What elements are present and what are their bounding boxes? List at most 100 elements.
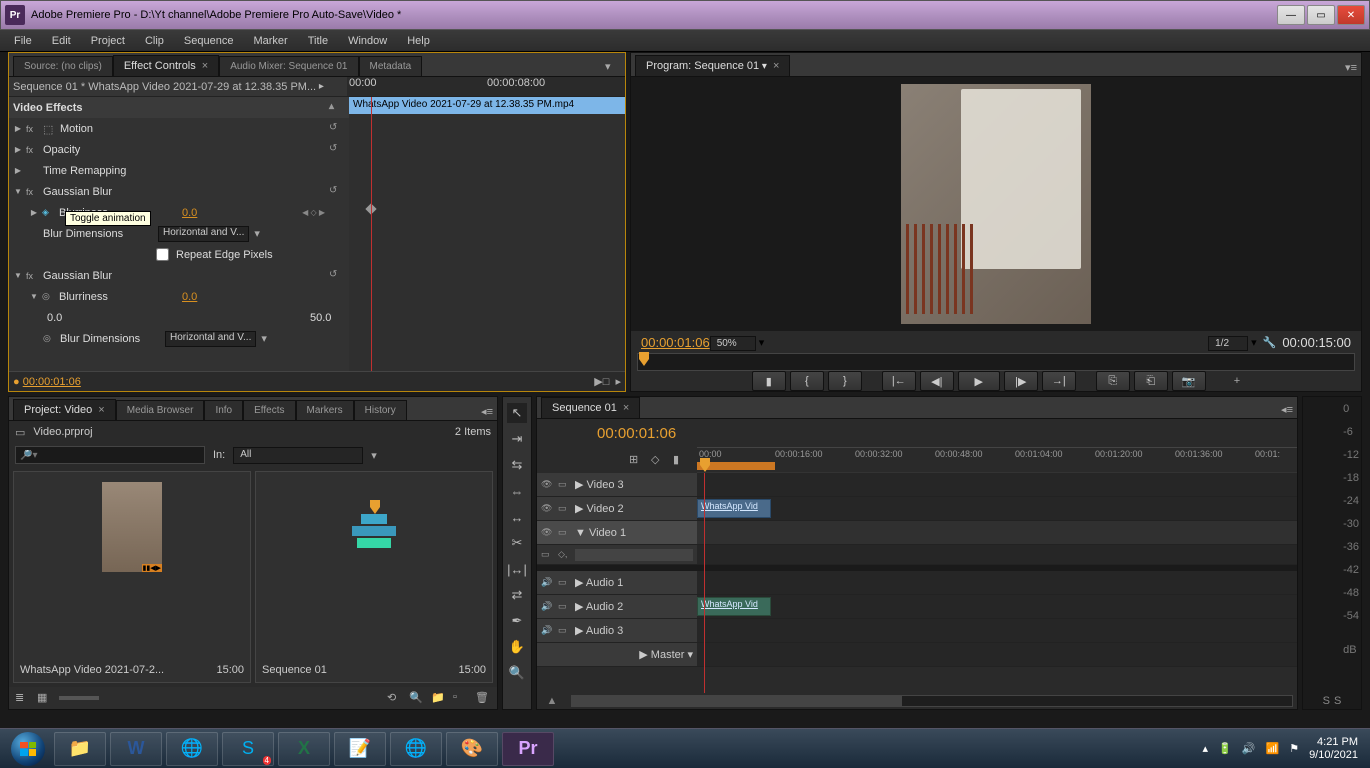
reset-icon[interactable]: ↺ — [329, 185, 345, 199]
tab-history[interactable]: History — [354, 400, 407, 420]
start-button[interactable] — [4, 731, 52, 767]
taskbar-word[interactable]: W — [110, 732, 162, 766]
settings-icon[interactable]: ▮ — [673, 453, 689, 467]
tab-metadata[interactable]: Metadata — [359, 56, 423, 76]
clip-v2[interactable]: WhatsApp Vid — [697, 499, 771, 518]
timeline-ruler[interactable]: 00:00 00:00:16:00 00:00:32:00 00:00:48:0… — [697, 447, 1297, 473]
clip-a2[interactable]: WhatsApp Vid — [697, 597, 771, 616]
mark-out-button[interactable]: } — [828, 371, 862, 391]
lane-v2[interactable]: WhatsApp Vid — [697, 497, 1297, 521]
timeline-timecode[interactable]: 00:00:01:06 — [597, 425, 676, 442]
resolution-dropdown[interactable]: 1/2 — [1208, 336, 1248, 351]
taskbar-premiere[interactable]: Pr — [502, 732, 554, 766]
slider-row[interactable]: 0.050.0 — [9, 307, 349, 328]
ec-footer-icons[interactable]: ▶□ ▸ — [594, 375, 621, 388]
ec-timecode[interactable]: 00:00:01:06 — [23, 376, 81, 388]
panel-menu-icon[interactable]: ◂≡ — [481, 406, 493, 418]
fx-opacity[interactable]: ▶fxOpacity↺ — [9, 139, 349, 160]
close-icon[interactable]: × — [773, 60, 779, 72]
filter-dropdown[interactable]: All — [233, 447, 363, 464]
goto-out-button[interactable]: →| — [1042, 371, 1076, 391]
timeline-playhead[interactable] — [704, 473, 705, 693]
list-view-icon[interactable]: ≣ — [15, 691, 31, 705]
blur-dim-dropdown[interactable]: Horizontal and V... — [158, 226, 249, 242]
ripple-edit-tool[interactable]: ⇆ — [507, 455, 527, 475]
pen-tool[interactable]: ✒ — [507, 611, 527, 631]
tab-effects[interactable]: Effects — [243, 400, 295, 420]
lane-v1-sub[interactable] — [697, 545, 1297, 565]
delete-icon[interactable]: 🗑 — [475, 691, 491, 705]
ec-timeline-header[interactable]: 00:00 00:00:08:00 — [347, 77, 625, 96]
tray-expand-icon[interactable]: ▴ — [1203, 742, 1209, 755]
tab-audio-mixer[interactable]: Audio Mixer: Sequence 01 — [219, 56, 358, 76]
video-effects-header[interactable]: Video Effects ▴ — [9, 97, 349, 118]
fx-gaussian-blur-1[interactable]: ▼fxGaussian Blur↺ — [9, 181, 349, 202]
tab-program[interactable]: Program: Sequence 01 ▾× — [635, 55, 790, 76]
close-icon[interactable]: × — [98, 404, 104, 416]
solo-right[interactable]: S — [1334, 695, 1341, 707]
taskbar-sticky[interactable]: 📝 — [334, 732, 386, 766]
play-button[interactable]: ▶ — [958, 371, 1000, 391]
param-blurriness-2[interactable]: ▼◎Blurriness0.0 — [9, 286, 349, 307]
menu-file[interactable]: File — [6, 33, 40, 49]
blurriness-value-2[interactable]: 0.0 — [182, 291, 197, 303]
close-button[interactable]: ✕ — [1337, 5, 1365, 25]
taskbar-chrome-2[interactable]: 🌐 — [390, 732, 442, 766]
track-lanes[interactable]: WhatsApp Vid WhatsApp Vid — [697, 473, 1297, 693]
minimize-button[interactable]: — — [1277, 5, 1305, 25]
taskbar-skype[interactable]: S4 — [222, 732, 274, 766]
rate-stretch-tool[interactable]: ↔ — [507, 507, 527, 527]
track-header-a1[interactable]: 🔊▭▶ Audio 1 — [537, 571, 697, 595]
panel-menu-icon[interactable]: ▾ — [605, 60, 621, 74]
tab-sequence[interactable]: Sequence 01× — [541, 397, 640, 418]
add-marker-button[interactable]: ▮ — [752, 371, 786, 391]
lane-a3[interactable] — [697, 619, 1297, 643]
collapse-icon[interactable]: ▴ — [329, 101, 345, 115]
menu-sequence[interactable]: Sequence — [176, 33, 242, 49]
track-header-v3[interactable]: 👁▭▶ Video 3 — [537, 473, 697, 497]
lift-button[interactable]: ⎘ — [1096, 371, 1130, 391]
panel-menu-icon[interactable]: ◂≡ — [1281, 404, 1293, 416]
tab-info[interactable]: Info — [204, 400, 243, 420]
lane-a2[interactable]: WhatsApp Vid — [697, 595, 1297, 619]
goto-in-button[interactable]: |← — [882, 371, 916, 391]
menu-title[interactable]: Title — [300, 33, 336, 49]
maximize-button[interactable]: ▭ — [1307, 5, 1335, 25]
menu-project[interactable]: Project — [83, 33, 133, 49]
panel-menu-icon[interactable]: ▾≡ — [1345, 62, 1357, 74]
close-icon[interactable]: × — [202, 60, 208, 72]
zoom-dropdown[interactable]: 50% — [710, 336, 756, 351]
marker-icon[interactable]: ◇ — [651, 453, 667, 467]
project-search-input[interactable] — [15, 446, 205, 464]
menu-edit[interactable]: Edit — [44, 33, 79, 49]
taskbar-excel[interactable]: X — [278, 732, 330, 766]
track-header-a3[interactable]: 🔊▭▶ Audio 3 — [537, 619, 697, 643]
add-button-icon[interactable]: + — [1234, 375, 1240, 387]
solo-left[interactable]: S — [1323, 695, 1330, 707]
step-fwd-button[interactable]: |▶ — [1004, 371, 1038, 391]
tab-effect-controls[interactable]: Effect Controls× — [113, 55, 219, 76]
program-scrubber[interactable] — [637, 353, 1355, 371]
extract-button[interactable]: ⎗ — [1134, 371, 1168, 391]
ec-keyframe-area[interactable]: WhatsApp Video 2021-07-29 at 12.38.35 PM… — [349, 97, 625, 371]
bin-item-sequence[interactable]: Sequence 0115:00 — [255, 471, 493, 683]
repeat-edge-checkbox[interactable] — [156, 248, 169, 261]
menu-window[interactable]: Window — [340, 33, 395, 49]
hand-tool[interactable]: ✋ — [507, 637, 527, 657]
keyframe-nav[interactable]: ◀ ◇ ▶ — [302, 208, 325, 217]
param-blurriness[interactable]: ▶◈Blurriness0.0◀ ◇ ▶ — [9, 202, 349, 223]
slide-tool[interactable]: ⇄ — [507, 585, 527, 605]
reset-icon[interactable]: ↺ — [329, 269, 345, 283]
track-header-v2[interactable]: 👁▭▶ Video 2 — [537, 497, 697, 521]
track-header-v1-sub[interactable]: ▭◇, — [537, 545, 697, 565]
fx-gaussian-blur-2[interactable]: ▼fxGaussian Blur↺ — [9, 265, 349, 286]
new-item-icon[interactable]: ▫ — [453, 691, 469, 705]
tray-volume-icon[interactable]: 🔊 — [1242, 742, 1256, 755]
track-header-a2[interactable]: 🔊▭▶ Audio 2 — [537, 595, 697, 619]
fx-time-remapping[interactable]: ▶Time Remapping — [9, 160, 349, 181]
lane-master[interactable] — [697, 643, 1297, 667]
tray-flag-icon[interactable]: ⚑ — [1289, 742, 1299, 755]
scrollbar-thumb[interactable] — [572, 696, 902, 706]
program-timecode[interactable]: 00:00:01:06 — [641, 335, 710, 350]
new-bin-icon[interactable]: 📁 — [431, 691, 447, 705]
